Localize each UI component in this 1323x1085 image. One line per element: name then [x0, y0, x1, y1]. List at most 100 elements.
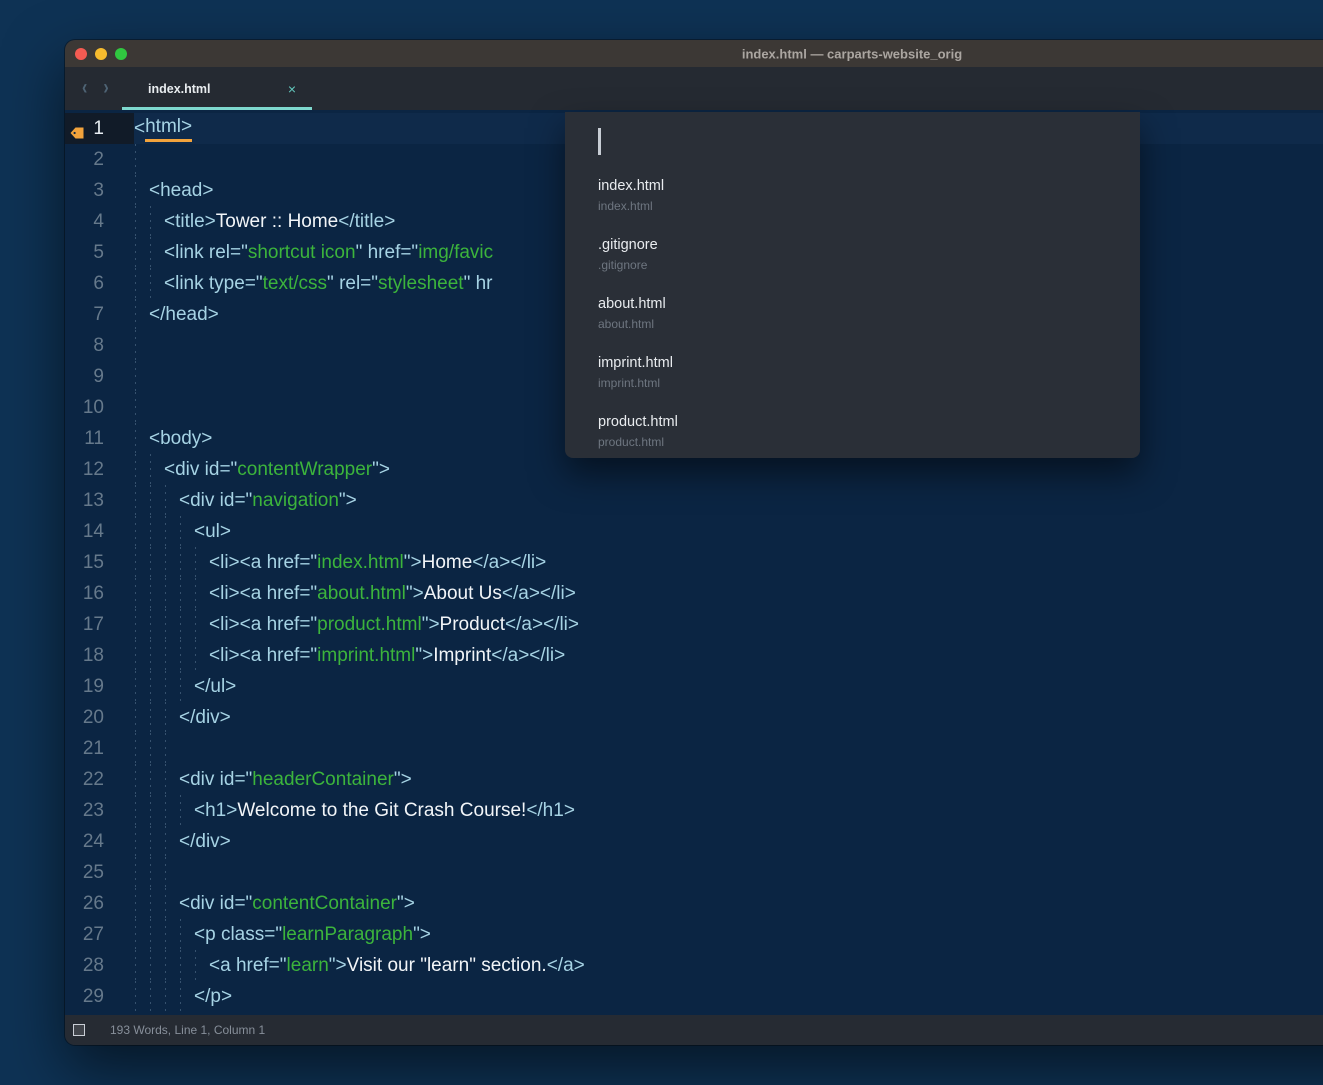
code-text: <div id="navigation"> [134, 485, 357, 516]
zoom-light[interactable] [115, 48, 127, 60]
code-text: </div> [134, 702, 231, 733]
status-text: 193 Words, Line 1, Column 1 [110, 1023, 265, 1037]
code-text: <ul> [134, 516, 231, 547]
window-title: index.html — carparts-website_orig [742, 46, 962, 61]
quick-open-item[interactable]: index.htmlindex.html [598, 174, 1120, 233]
line-number: 8 [65, 330, 134, 361]
code-line[interactable]: 13<div id="navigation"> [65, 485, 1323, 516]
status-bar: 193 Words, Line 1, Column 1 [65, 1015, 1323, 1045]
line-number: 6 [65, 268, 134, 299]
line-number: 29 [65, 981, 134, 1012]
indent-guide [150, 857, 151, 888]
bookmark-tag-icon [70, 127, 84, 139]
indent-guide [150, 733, 151, 764]
quick-open-input[interactable] [565, 112, 1140, 167]
line-number: 20 [65, 702, 134, 733]
line-number: 5 [65, 237, 134, 268]
code-line[interactable]: 18<li><a href="imprint.html">Imprint</a>… [65, 640, 1323, 671]
traffic-lights [75, 48, 127, 60]
code-line[interactable]: 27<p class="learnParagraph"> [65, 919, 1323, 950]
file-name: imprint.html [598, 354, 1120, 373]
file-path: index.html [598, 199, 1120, 214]
code-line[interactable]: 22<div id="headerContainer"> [65, 764, 1323, 795]
quick-open-panel: index.htmlindex.html.gitignore.gitignore… [565, 112, 1140, 458]
code-text: <html> [134, 113, 192, 144]
code-text: <li><a href="about.html">About Us</a></l… [134, 578, 576, 609]
code-text: <div id="contentContainer"> [134, 888, 415, 919]
line-number: 3 [65, 175, 134, 206]
file-path: .gitignore [598, 258, 1120, 273]
title-bar[interactable]: index.html — carparts-website_orig [65, 40, 1323, 67]
code-line[interactable]: 17<li><a href="product.html">Product</a>… [65, 609, 1323, 640]
code-line[interactable]: 25 [65, 857, 1323, 888]
quick-open-results: index.htmlindex.html.gitignore.gitignore… [598, 174, 1120, 469]
line-number: 10 [65, 392, 134, 423]
code-text: <h1>Welcome to the Git Crash Course!</h1… [134, 795, 575, 826]
quick-open-item[interactable]: about.html about.html [598, 292, 1120, 351]
code-line[interactable]: 20</div> [65, 702, 1323, 733]
close-light[interactable] [75, 48, 87, 60]
tab-index-html[interactable]: index.html × [122, 67, 312, 110]
code-text: <head> [134, 175, 213, 206]
back-icon[interactable]: ‹ [82, 77, 87, 100]
code-text: <a href="learn">Visit our "learn" sectio… [134, 950, 585, 981]
file-name: about.html [598, 295, 1120, 314]
file-path: imprint.html [598, 376, 1120, 391]
line-number: 24 [65, 826, 134, 857]
line-number: 21 [65, 733, 134, 764]
code-line[interactable]: 14<ul> [65, 516, 1323, 547]
code-line[interactable]: 29</p> [65, 981, 1323, 1012]
file-path: product.html [598, 435, 1120, 450]
indent-guide [165, 857, 166, 888]
line-number: 26 [65, 888, 134, 919]
quick-open-item[interactable]: imprint.html imprint.html [598, 351, 1120, 410]
file-path: about.html [598, 317, 1120, 332]
indent-guide [135, 392, 136, 423]
code-line[interactable]: 26<div id="contentContainer"> [65, 888, 1323, 919]
quick-open-item[interactable]: .gitignore .gitignore [598, 233, 1120, 292]
indent-guide [135, 361, 136, 392]
line-number: 11 [65, 423, 134, 454]
file-name: .gitignore [598, 236, 1120, 255]
code-text: </ul> [134, 671, 236, 702]
code-line[interactable]: 19</ul> [65, 671, 1323, 702]
sidebar-toggle-icon[interactable] [73, 1024, 85, 1036]
code-line[interactable]: 28<a href="learn">Visit our "learn" sect… [65, 950, 1323, 981]
line-number: 16 [65, 578, 134, 609]
text-caret [598, 128, 601, 155]
file-name: product.html [598, 413, 1120, 432]
code-text: </head> [134, 299, 219, 330]
code-text: <title>Tower :: Home</title> [134, 206, 395, 237]
line-number: 23 [65, 795, 134, 826]
code-text: <div id="headerContainer"> [134, 764, 412, 795]
code-text: <li><a href="index.html">Home</a></li> [134, 547, 546, 578]
tab-close-icon[interactable]: × [288, 81, 296, 97]
code-line[interactable]: 23<h1>Welcome to the Git Crash Course!</… [65, 795, 1323, 826]
line-number: 1 [65, 113, 134, 144]
quick-open-item[interactable]: product.html product.html [598, 410, 1120, 469]
line-number: 19 [65, 671, 134, 702]
line-number: 28 [65, 950, 134, 981]
line-number: 12 [65, 454, 134, 485]
minimize-light[interactable] [95, 48, 107, 60]
line-number: 25 [65, 857, 134, 888]
code-text: <li><a href="product.html">Product</a></… [134, 609, 579, 640]
line-number: 22 [65, 764, 134, 795]
code-line[interactable]: 21 [65, 733, 1323, 764]
code-line[interactable]: 15<li><a href="index.html">Home</a></li> [65, 547, 1323, 578]
indent-guide [135, 733, 136, 764]
line-number: 17 [65, 609, 134, 640]
line-number: 2 [65, 144, 134, 175]
code-text: </div> [134, 826, 231, 857]
indent-guide [135, 144, 136, 175]
line-number: 13 [65, 485, 134, 516]
code-line[interactable]: 16<li><a href="about.html">About Us</a><… [65, 578, 1323, 609]
tab-label: index.html [148, 82, 211, 96]
code-text: <p class="learnParagraph"> [134, 919, 431, 950]
history-nav: ‹ › [82, 67, 109, 110]
tab-bar: ‹ › index.html × [65, 67, 1323, 110]
line-number: 14 [65, 516, 134, 547]
code-line[interactable]: 24</div> [65, 826, 1323, 857]
code-text: <link type="text/css" rel="stylesheet" h… [134, 268, 493, 299]
forward-icon[interactable]: › [103, 77, 108, 100]
